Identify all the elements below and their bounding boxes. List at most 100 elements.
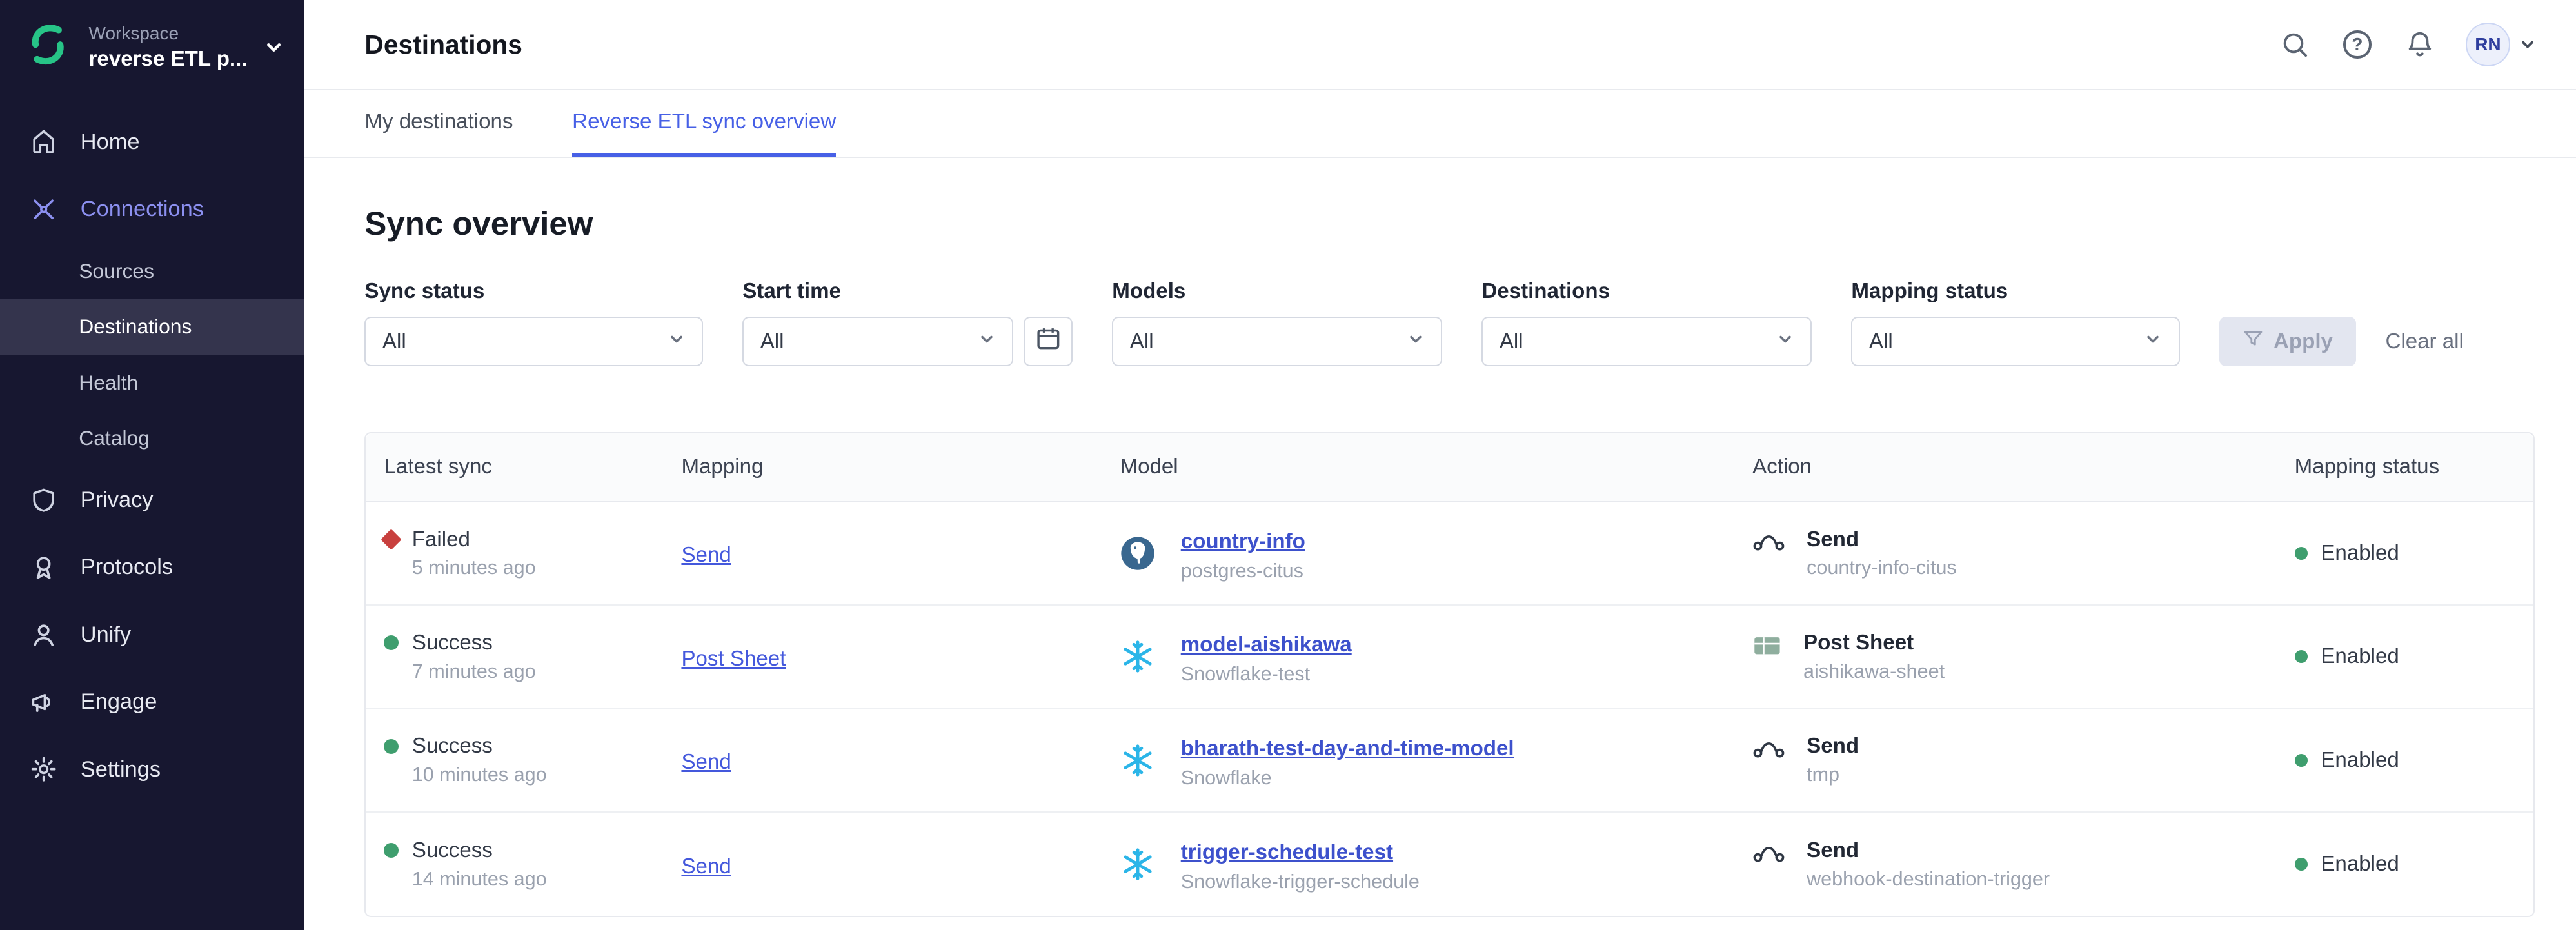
action-info: Send country-info-citus <box>1807 528 1957 580</box>
user-menu[interactable]: RN <box>2466 23 2537 67</box>
model-cell: trigger-schedule-test Snowflake-trigger-… <box>1120 835 1752 893</box>
sync-time: 5 minutes ago <box>412 557 682 579</box>
chevron-down-icon <box>1407 330 1425 354</box>
mapping-status-text: Enabled <box>2321 541 2399 566</box>
action-info: Send tmp <box>1807 734 1859 786</box>
tab-bar: My destinations Reverse ETL sync overvie… <box>304 90 2576 157</box>
filter-start-time: Start time All <box>742 279 1073 366</box>
select-value: All <box>382 330 406 354</box>
sync-status-text: Success <box>412 631 493 655</box>
mapping-status-text: Enabled <box>2321 852 2399 876</box>
model-subtext: postgres-citus <box>1181 560 1305 582</box>
bell-icon[interactable] <box>2403 28 2436 61</box>
destinations-select[interactable]: All <box>1481 317 1812 366</box>
action-name: Send <box>1807 528 1957 552</box>
tab-reverse-etl-sync-overview[interactable]: Reverse ETL sync overview <box>572 90 836 156</box>
sidebar-item-protocols[interactable]: Protocols <box>0 534 304 601</box>
model-link[interactable]: bharath-test-day-and-time-model <box>1181 737 1514 760</box>
sidebar-item-connections[interactable]: Connections <box>0 175 304 242</box>
help-icon[interactable]: ? <box>2341 28 2373 61</box>
models-select[interactable]: All <box>1112 317 1442 366</box>
tab-my-destinations[interactable]: My destinations <box>364 90 513 156</box>
sync-status-text: Success <box>412 838 493 863</box>
model-cell: model-aishikawa Snowflake-test <box>1120 628 1752 686</box>
model-info: trigger-schedule-test Snowflake-trigger-… <box>1181 835 1420 893</box>
mapping-link[interactable]: Send <box>681 543 731 567</box>
failed-status-icon <box>381 529 402 549</box>
sidebar-item-label: Privacy <box>81 488 154 513</box>
sidebar-item-destinations[interactable]: Destinations <box>0 299 304 355</box>
topbar: Destinations ? RN <box>304 0 2576 90</box>
success-status-icon <box>384 843 399 858</box>
mapping-cell: Send <box>681 745 1120 775</box>
calendar-button[interactable] <box>1024 317 1073 366</box>
model-info: model-aishikawa Snowflake-test <box>1181 628 1352 686</box>
select-value: All <box>760 330 784 354</box>
filter-mapping-status: Mapping status All <box>1851 279 2179 366</box>
enabled-status-icon <box>2295 650 2308 663</box>
sidebar-item-privacy[interactable]: Privacy <box>0 466 304 533</box>
filter-destinations: Destinations All <box>1481 279 1812 366</box>
model-cell: country-info postgres-citus <box>1120 524 1752 582</box>
postgres-icon <box>1120 535 1156 571</box>
sync-time: 7 minutes ago <box>412 660 682 683</box>
chevron-down-icon <box>1776 330 1794 354</box>
model-link[interactable]: trigger-schedule-test <box>1181 840 1393 864</box>
apply-button[interactable]: Apply <box>2219 317 2356 366</box>
sidebar-item-label: Catalog <box>79 426 150 450</box>
page-title: Sync overview <box>364 204 2535 243</box>
latest-sync-cell: Success 10 minutes ago <box>384 734 681 786</box>
main-area: Destinations ? RN My <box>304 0 2576 930</box>
chevron-down-icon <box>2144 330 2162 354</box>
sidebar-nav: Home Connections Sources Destinations He… <box>0 108 304 803</box>
sidebar-item-sources[interactable]: Sources <box>0 243 304 299</box>
sidebar-item-label: Settings <box>81 757 161 782</box>
action-subtext: tmp <box>1807 764 1859 786</box>
sidebar-item-engage[interactable]: Engage <box>0 668 304 735</box>
column-model: Model <box>1120 455 1752 479</box>
search-icon[interactable] <box>2279 28 2312 61</box>
sidebar-item-label: Destinations <box>79 315 192 339</box>
enabled-status-icon <box>2295 858 2308 871</box>
person-icon <box>30 621 57 649</box>
sidebar-item-catalog[interactable]: Catalog <box>0 411 304 467</box>
table-header: Latest sync Mapping Model Action Mapping… <box>366 433 2533 502</box>
sidebar-item-health[interactable]: Health <box>0 355 304 411</box>
action-cell: Send webhook-destination-trigger <box>1752 838 2295 891</box>
action-name: Send <box>1807 734 1859 758</box>
sync-status-select[interactable]: All <box>364 317 703 366</box>
gear-icon <box>30 755 57 783</box>
sidebar-item-label: Health <box>79 371 138 395</box>
mapping-cell: Send <box>681 849 1120 880</box>
connections-icon <box>30 195 57 223</box>
mapping-link[interactable]: Send <box>681 855 731 878</box>
mapping-cell: Send <box>681 538 1120 568</box>
rudderstack-logo-icon <box>23 20 72 75</box>
sidebar-item-label: Unify <box>81 622 131 648</box>
model-info: bharath-test-day-and-time-model Snowflak… <box>1181 731 1514 789</box>
sync-time: 14 minutes ago <box>412 868 682 891</box>
action-info: Post Sheet aishikawa-sheet <box>1803 631 1945 683</box>
start-time-select[interactable]: All <box>742 317 1013 366</box>
action-subtext: webhook-destination-trigger <box>1807 868 2050 891</box>
sidebar-item-unify[interactable]: Unify <box>0 601 304 668</box>
workspace-switcher[interactable]: Workspace reverse ETL p... <box>0 0 304 95</box>
table-row: Failed 5 minutes ago Send country-info <box>366 502 2533 606</box>
sidebar-item-label: Connections <box>81 197 204 222</box>
filter-sync-status: Sync status All <box>364 279 703 366</box>
table-row: Success 7 minutes ago Post Sheet model-a… <box>366 606 2533 709</box>
mapping-status-cell: Enabled <box>2295 748 2533 773</box>
mapping-link[interactable]: Send <box>681 750 731 774</box>
clear-all-link[interactable]: Clear all <box>2385 317 2463 366</box>
model-link[interactable]: country-info <box>1181 529 1305 553</box>
model-link[interactable]: model-aishikawa <box>1181 633 1352 657</box>
select-value: All <box>1130 330 1154 354</box>
filter-label: Models <box>1112 279 1442 304</box>
sidebar-item-settings[interactable]: Settings <box>0 736 304 803</box>
filter-label: Start time <box>742 279 1073 304</box>
webhook-icon <box>1752 532 1785 552</box>
mapping-link[interactable]: Post Sheet <box>681 647 786 671</box>
sidebar-item-home[interactable]: Home <box>0 108 304 175</box>
mapping-status-select[interactable]: All <box>1851 317 2179 366</box>
mapping-status-cell: Enabled <box>2295 644 2533 669</box>
